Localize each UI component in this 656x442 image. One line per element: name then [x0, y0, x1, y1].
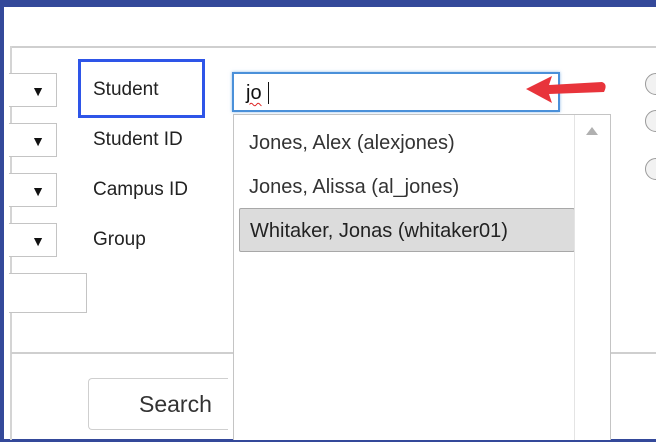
suggestion-item-selected[interactable]: Whitaker, Jonas (whitaker01) [239, 208, 575, 252]
dropdown-scrollbar[interactable] [574, 115, 610, 440]
chevron-down-icon: ▼ [31, 83, 45, 99]
partial-input-field[interactable] [9, 273, 87, 313]
red-arrow-icon [526, 76, 606, 103]
filter-dropdown-campus-id[interactable]: ▼ [9, 173, 57, 207]
autocomplete-dropdown: Jones, Alex (alexjones) Jones, Alissa (a… [233, 114, 611, 440]
search-input-value: jo [246, 82, 262, 104]
suggestion-item[interactable]: Jones, Alissa (al_jones) [239, 165, 575, 209]
search-button[interactable]: Search [88, 378, 228, 430]
label-campus-id: Campus ID [93, 179, 189, 200]
student-search-input[interactable]: jo [232, 72, 560, 112]
chevron-down-icon: ▼ [31, 233, 45, 249]
scroll-up-icon[interactable] [586, 127, 598, 135]
text-caret [268, 82, 269, 104]
label-student-id: Student ID [93, 129, 183, 150]
label-student: Student [93, 79, 159, 100]
filter-dropdown-student[interactable]: ▼ [9, 73, 57, 107]
chevron-down-icon: ▼ [31, 133, 45, 149]
filter-dropdown-group[interactable]: ▼ [9, 223, 57, 257]
filter-dropdown-student-id[interactable]: ▼ [9, 123, 57, 157]
top-bar [11, 7, 656, 48]
suggestion-item[interactable]: Jones, Alex (alexjones) [239, 121, 575, 165]
chevron-down-icon: ▼ [31, 183, 45, 199]
label-group: Group [93, 229, 146, 250]
